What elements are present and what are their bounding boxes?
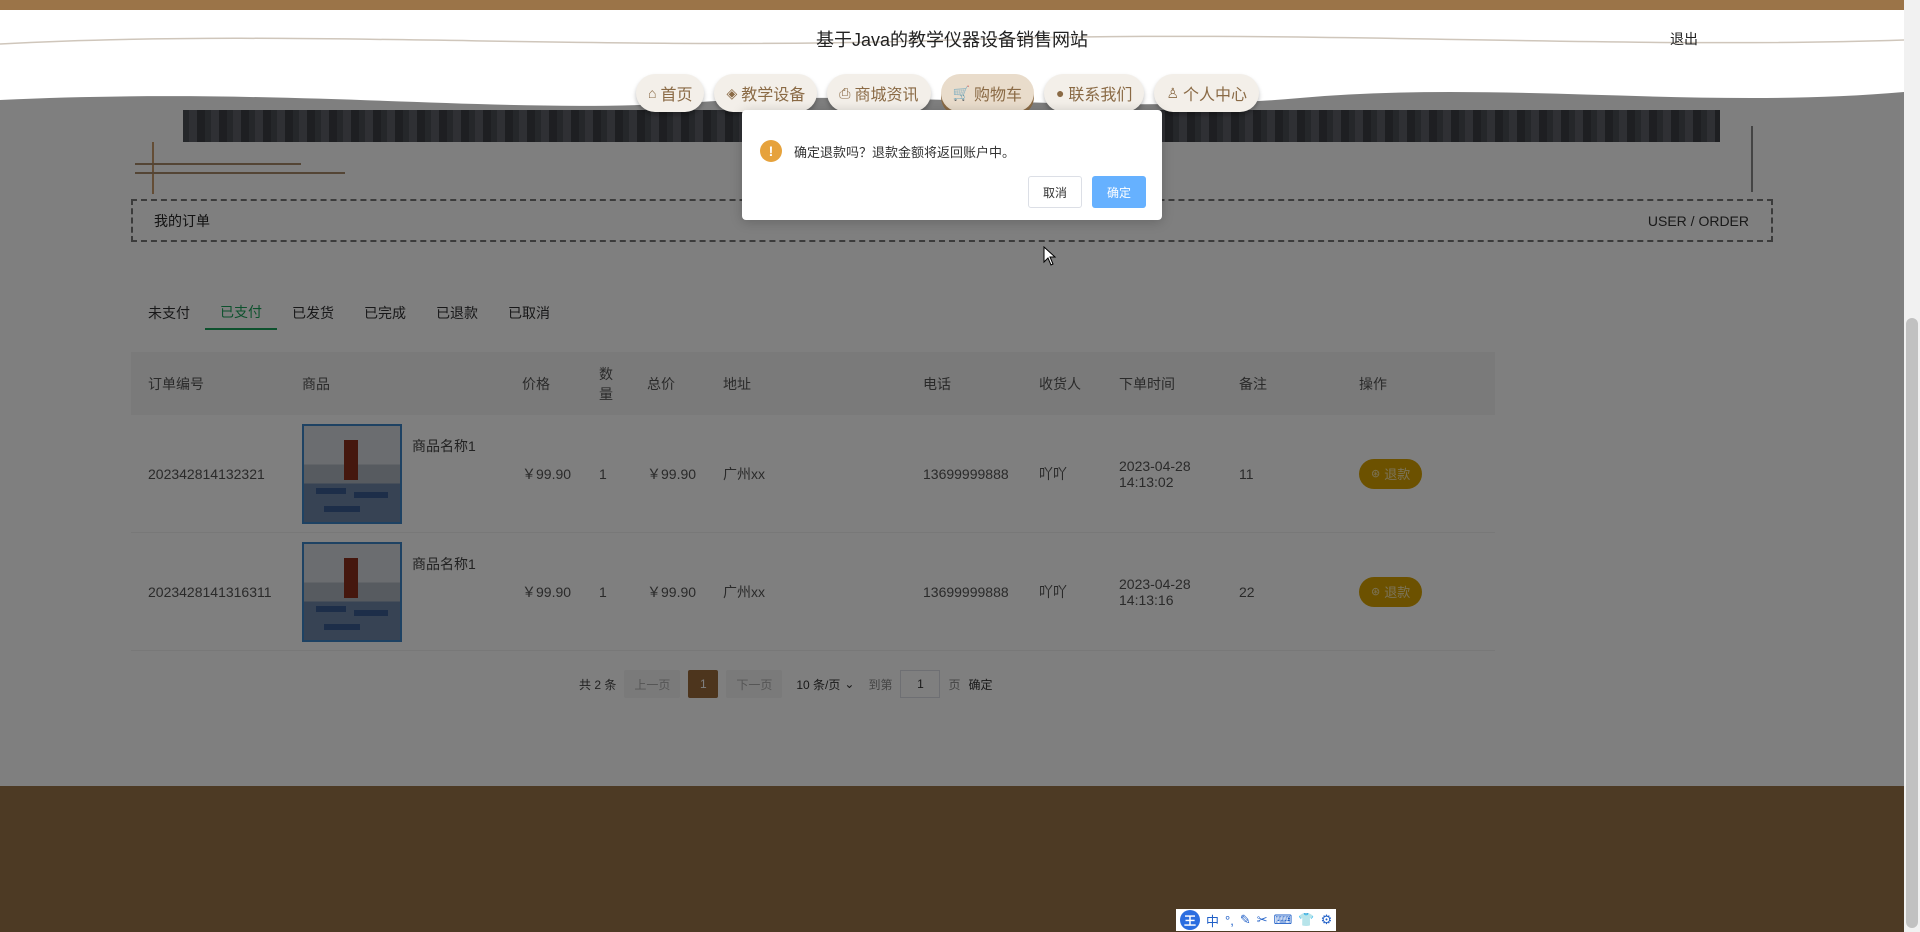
cart-icon: 🛒 [952,84,970,101]
ime-logo-icon[interactable]: 王 [1180,910,1200,930]
nav-label: 个人中心 [1183,87,1248,104]
printer-icon: ⎙ [839,84,851,101]
home-icon: ⌂ [648,85,657,101]
keyboard-icon[interactable]: ⌨ [1274,912,1293,928]
nav-label: 商城资讯 [854,87,919,104]
ime-toolbar: 王 中 °, ✎ ✂ ⌨ 👕 ⚙ [1176,909,1337,931]
cancel-button[interactable]: 取消 [1027,176,1082,208]
punctuation-icon[interactable]: °, [1225,913,1234,928]
nav-label: 教学设备 [741,87,806,104]
pen-icon[interactable]: ✎ [1240,912,1251,928]
scissors-icon[interactable]: ✂ [1257,912,1268,928]
nav-home[interactable]: ⌂ 首页 [636,74,705,112]
confirm-button[interactable]: 确定 [1091,176,1146,208]
nav-label: 联系我们 [1068,87,1133,104]
settings-icon[interactable]: ⚙ [1321,912,1333,928]
main-nav: ⌂ 首页 ◈ 教学设备 ⎙ 商城资讯 🛒 购物车 ● 联系我们 ♙ 个人中心 [636,74,1260,112]
chat-icon: ● [1055,85,1065,101]
dialog-buttons: 取消 确定 [1027,176,1146,208]
ime-mode[interactable]: 中 [1206,911,1219,930]
dialog-message: 确定退款吗？退款金额将返回账户中。 [794,144,1016,160]
logout-link[interactable]: 退出 [1670,29,1698,49]
nav-label: 首页 [660,87,693,104]
skin-icon[interactable]: 👕 [1298,912,1314,928]
top-strip [0,0,1904,10]
nav-cart[interactable]: 🛒 购物车 [940,74,1034,112]
nav-news[interactable]: ⎙ 商城资讯 [827,74,931,112]
mouse-cursor-icon [1043,246,1057,266]
user-icon: ♙ [1166,84,1179,101]
site-title: 基于Java的教学仪器设备销售网站 [815,30,1089,50]
warning-icon: ! [760,140,782,162]
dialog-message-row: ! 确定退款吗？退款金额将返回账户中。 [760,140,1015,162]
scrollbar-thumb[interactable] [1906,318,1918,928]
nav-label: 购物车 [973,87,1022,104]
nav-equipment[interactable]: ◈ 教学设备 [714,74,818,112]
nav-profile[interactable]: ♙ 个人中心 [1154,74,1260,112]
nav-contact[interactable]: ● 联系我们 [1043,74,1145,112]
confirm-dialog: ! 确定退款吗？退款金额将返回账户中。 取消 确定 [742,110,1162,220]
layers-icon: ◈ [726,84,738,101]
